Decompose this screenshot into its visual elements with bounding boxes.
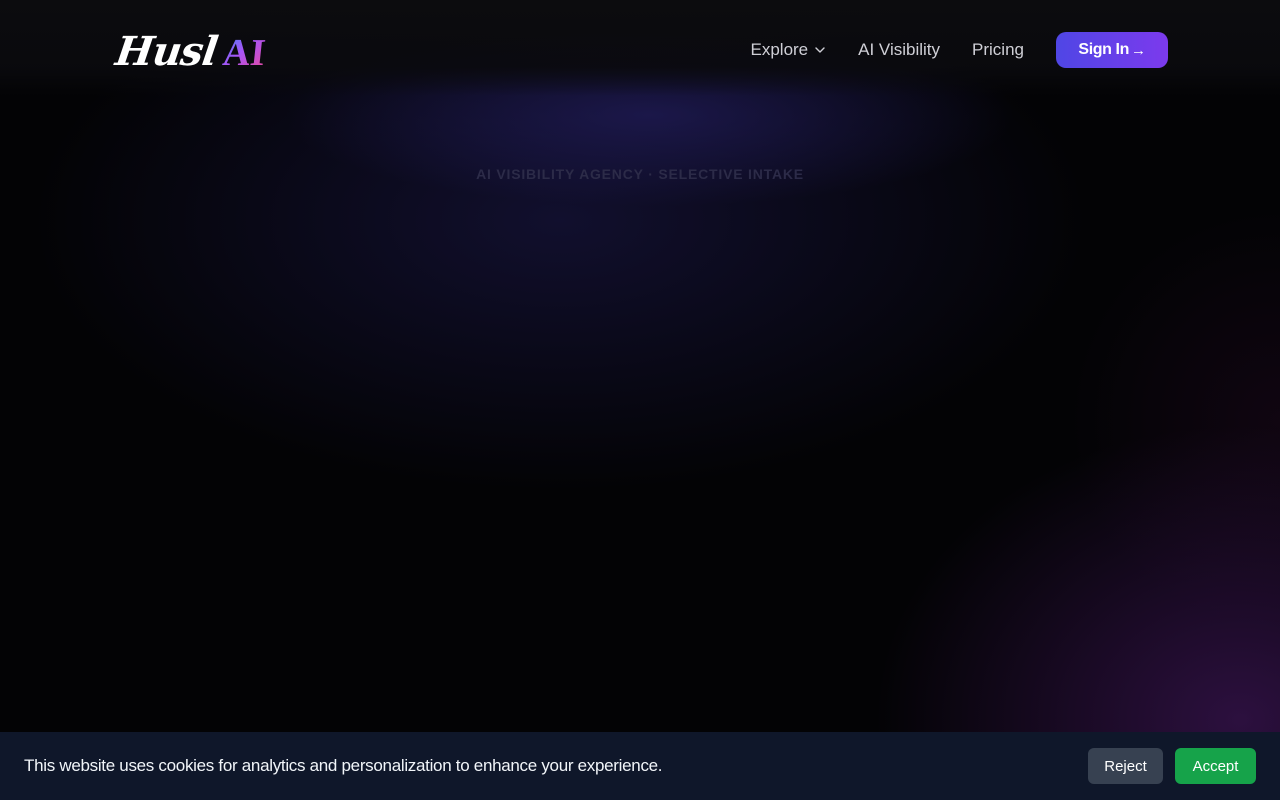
- sign-in-button[interactable]: Sign In →: [1056, 32, 1168, 68]
- nav-pricing-label: Pricing: [972, 40, 1024, 59]
- chevron-down-icon: [815, 47, 825, 53]
- cookie-actions: Reject Accept: [1088, 748, 1256, 784]
- nav-explore-label: Explore: [750, 40, 809, 59]
- nav-ai-visibility-label: AI Visibility: [858, 40, 941, 59]
- sign-in-label: Sign In: [1078, 41, 1129, 58]
- logo[interactable]: Husl AI: [112, 22, 268, 75]
- arrow-right-icon: →: [1130, 41, 1146, 59]
- cookie-banner: This website uses cookies for analytics …: [0, 732, 1280, 800]
- hero-eyebrow: AI VISIBILITY AGENCY · SELECTIVE INTAKE: [476, 166, 804, 182]
- nav-pricing[interactable]: Pricing: [972, 40, 1024, 60]
- reject-cookies-button[interactable]: Reject: [1088, 748, 1163, 784]
- logo-ai-mark: AI: [220, 32, 268, 74]
- page: Husl AI Explore AI Visibility Pricing Si…: [0, 0, 1280, 800]
- cookie-message: This website uses cookies for analytics …: [24, 756, 663, 775]
- logo-wordmark: Husl: [112, 28, 220, 75]
- main-nav: Explore AI Visibility Pricing Sign In →: [751, 32, 1168, 68]
- nav-explore[interactable]: Explore: [751, 40, 827, 60]
- site-header: Husl AI Explore AI Visibility Pricing Si…: [0, 0, 1280, 96]
- nav-ai-visibility[interactable]: AI Visibility: [858, 40, 940, 60]
- accept-cookies-button[interactable]: Accept: [1175, 748, 1256, 784]
